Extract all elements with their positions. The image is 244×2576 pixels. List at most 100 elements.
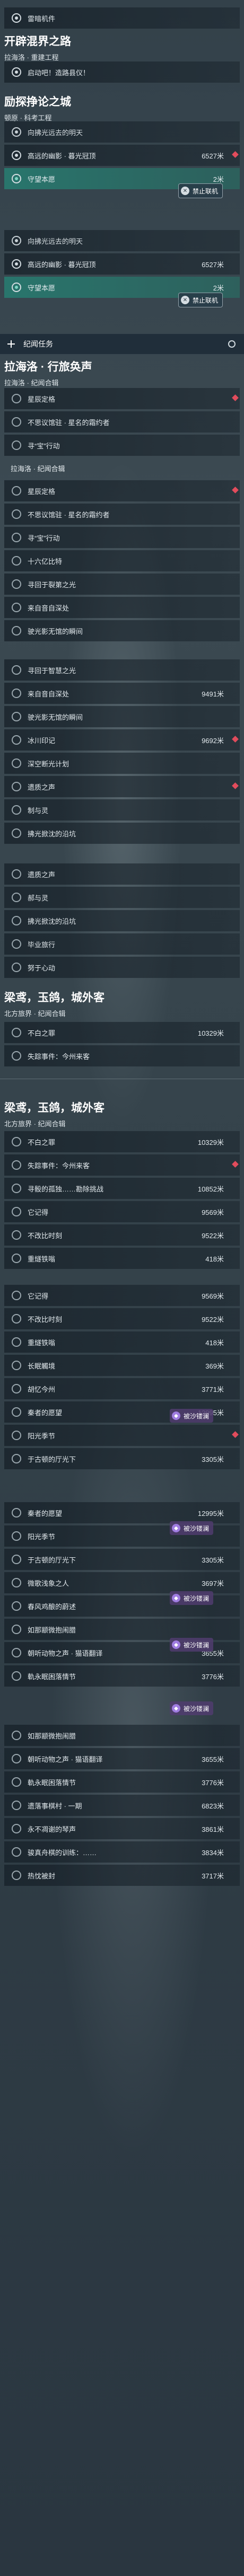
plus-icon [7,340,15,348]
circle-marker-icon [12,1601,21,1611]
circle-marker-icon [12,1648,21,1657]
objective-row[interactable]: 寻“宝”行动 [4,527,240,548]
objective-row[interactable]: 不思议馆驻 · 星名的霜约者 [4,411,240,433]
objective-row[interactable]: 驶光影无馆的瞬间 [4,706,240,727]
objective-row[interactable]: 高远的幽影 · 暮光冠顶 6527米 [4,145,240,166]
objective-row[interactable]: 于古顿的厅光下 3305米 [4,1549,240,1570]
circle-marker-icon [12,1801,21,1810]
objective-row[interactable]: 不白之罪 10329米 [4,1131,240,1152]
circle-marker-icon [12,1754,21,1763]
objective-row[interactable]: 不思议馆驻 · 星名的霜约者 [4,504,240,525]
circle-marker-icon [12,1777,21,1787]
red-diamond-icon [232,394,239,401]
objective-row[interactable]: 寻“宝”行动 [4,435,240,456]
objective-row[interactable]: 寻回于智慧之光 [4,659,240,681]
quest-heading[interactable]: 拉海洛 · 行旅奂声 拉海洛 · 纪闻合辑 [4,358,240,387]
objective-row[interactable]: 阳光季节 [4,1425,240,1446]
quest-title: 拉海洛 · 行旅奂声 [4,361,92,373]
objective-row[interactable]: 胡忆今州 3771米 [4,1378,240,1399]
circle-marker-icon [12,1555,21,1564]
circle-marker-icon [12,486,21,496]
objective-row[interactable]: 遗落事棋村 · 一期 6823米 [4,1795,240,1816]
objective-row[interactable]: 遗质之声 [4,776,240,797]
quest-heading[interactable]: 开辟混界之路 拉海洛 · 重建工程 [4,33,240,62]
circle-marker-icon [12,758,21,768]
objective-row[interactable]: 冰川印记 9692米 [4,729,240,751]
circle-marker-icon [12,805,21,815]
circle-marker-icon [12,1160,21,1170]
objective-row[interactable]: 朝听动物之声 · 猫语翻译 3655米 [4,1748,240,1769]
circle-marker-icon [12,916,21,925]
quest-subtitle: 北方旅界 · 纪闻合辑 [4,1010,66,1018]
red-diamond-icon [232,1161,239,1168]
objective-row[interactable]: 来自音自深处 [4,597,240,618]
quest-heading[interactable]: 梁鸢，玉鸽，城外客 北方旅界 · 纪闻合辑 [4,989,240,1018]
quest-heading[interactable]: 励探挣论之城 顿原 · 科考工程 [4,93,240,122]
objective-row[interactable]: 长眠觸境 369米 [4,1355,240,1376]
circle-marker-icon [12,1508,21,1518]
objective-row[interactable]: 努于心动 [4,957,240,978]
quest-objectives: 不白之罪 10329米 失踪事件：今州来客 [4,1020,240,1066]
circle-marker-icon [12,1578,21,1587]
objective-row[interactable]: 失踪事件：今州来客 [4,1154,240,1176]
objective-row[interactable]: 寻骰的孤独……勘除挑战 10852米 [4,1178,240,1199]
objective-row[interactable]: 重燧铁嗡 418米 [4,1248,240,1269]
objective-row[interactable]: 不改比时刻 9522米 [4,1308,240,1329]
objective-row[interactable]: 向拂光远去的明天 [4,121,240,143]
objective-row[interactable]: 不改比时刻 9522米 [4,1224,240,1246]
objective-row[interactable]: 拂光掀沈的沿坑 [4,823,240,844]
objective-row[interactable]: 永不凋谢的琴声 3861米 [4,1818,240,1839]
objective-row[interactable]: 热忱被封 3717米 [4,1865,240,1886]
objective-row[interactable]: 深空断光计划 [4,753,240,774]
objective-row[interactable]: 雷暗机件 [4,7,240,29]
circle-marker-icon [12,1314,21,1324]
circle-marker-icon [12,1847,21,1857]
objective-row[interactable]: 制与灵 [4,799,240,821]
objective-row[interactable]: 軌永眠困落情节 3776米 [4,1771,240,1793]
objective-row[interactable]: 失踪事件：今州来客 [4,1045,240,1066]
quest-objectives: 如那颛微抱闹腊 朝听动物之声 · 猫语翻译 3655米 軌永眠困落情节 3776米 … [4,1723,240,1886]
circle-marker-icon [12,236,21,245]
circle-marker-icon [12,579,21,589]
objective-row[interactable]: 骏真舟棋的训练：…… 3834米 [4,1841,240,1863]
circle-marker-icon [12,893,21,902]
objective-row[interactable]: 于古顿的厅光下 3305米 [4,1448,240,1469]
objective-row[interactable]: 高远的幽影 · 暮光冠顶 6527米 [4,253,240,275]
circle-marker-icon [12,67,21,77]
objective-row[interactable]: 如那颛微抱闹腊 [4,1725,240,1746]
no-multiplayer-icon: ✕ [181,296,189,304]
objective-row[interactable]: 它记得 9569米 [4,1285,240,1306]
quest-objectives: 星辰定格 不思议馆驻 · 星名的霜约者 寻“宝”行动 十六亿比特 寻回于裂第之光… [4,478,240,641]
objective-row[interactable]: 启动吧！造路县仪！ [4,61,240,83]
objective-row[interactable]: 不白之罪 10329米 [4,1022,240,1043]
quest-badge: ◆ 被沙镂澜 [170,1638,214,1652]
objective-row[interactable]: 它记得 9569米 [4,1201,240,1222]
circle-marker-icon [12,1137,21,1146]
quest-category-tab[interactable]: 纪闻任务 [0,334,244,354]
objective-row[interactable]: 微歌浅象之人 3697米 [4,1572,240,1593]
circle-marker-icon [12,735,21,745]
circle-marker-icon [12,1431,21,1440]
quest-objectives: 它记得 9569米 不改比时刻 9522米 重燧铁嗡 418米 长眠觸境 369米 胡忆… [4,1283,240,1469]
objective-row[interactable]: 寻回于裂第之光 [4,574,240,595]
objective-row[interactable]: 十六亿比特 [4,550,240,571]
objective-row[interactable]: 郝与灵 [4,887,240,908]
circle-marker-icon [12,533,21,542]
objective-row[interactable]: 如那颛微抱闹腊 [4,1619,240,1640]
objective-row[interactable]: 星辰定格 [4,480,240,501]
objective-row[interactable]: 秦者的愿望12995米 [4,1502,240,1523]
objective-row[interactable]: 拂光掀沈的沿坑 [4,910,240,931]
objective-row[interactable]: 軌永眠困落情节 3776米 [4,1665,240,1687]
objective-row[interactable]: 驶光影无馆的瞬间 [4,620,240,641]
circle-marker-icon [12,603,21,612]
objective-row[interactable]: 向拂光远去的明天 [4,230,240,251]
objective-row[interactable]: 毕业旅行 [4,933,240,955]
deathless-icon: ◆ [172,1594,180,1602]
objective-row[interactable]: 来自音自深处 9491米 [4,683,240,704]
objective-row[interactable]: 遗质之声 [4,863,240,885]
objective-row[interactable]: 星辰定格 [4,388,240,409]
objective-row[interactable]: 重燧铁嗡 418米 [4,1331,240,1353]
circle-marker-icon [12,394,21,403]
quest-heading[interactable]: 梁鸢，玉鸽，城外客 北方旅界 · 纪闻合辑 [4,1099,240,1128]
gear-icon[interactable] [228,340,236,348]
